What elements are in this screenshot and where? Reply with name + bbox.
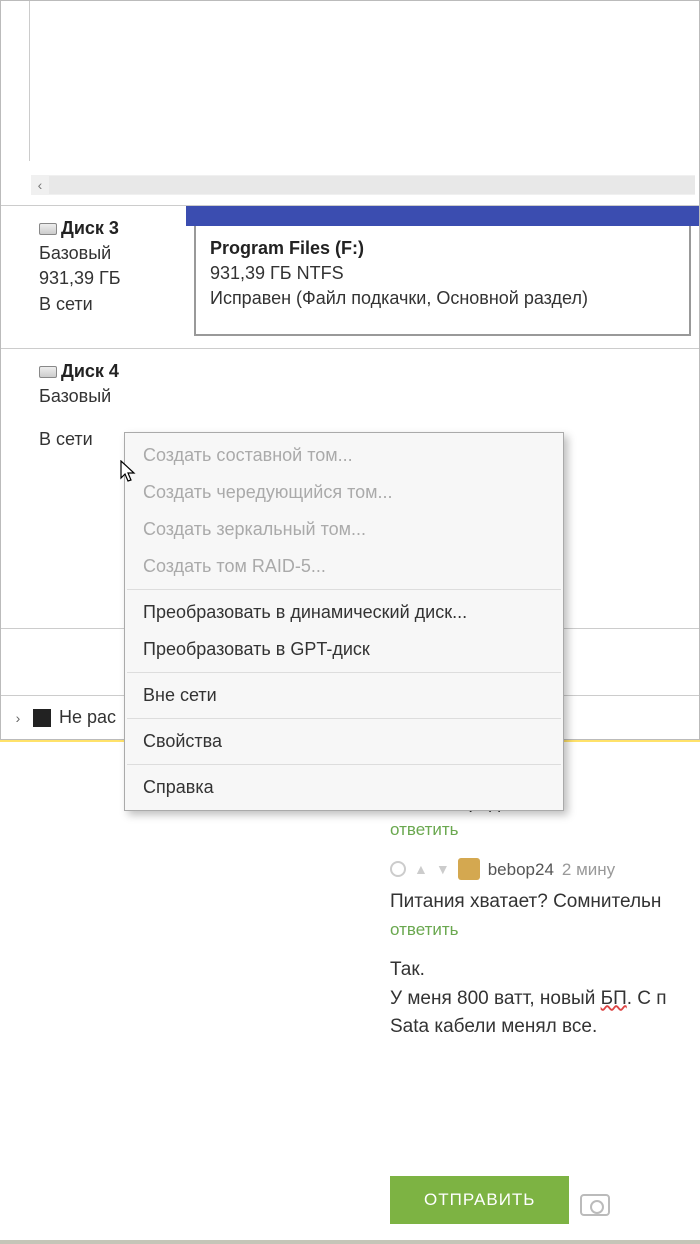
legend-swatch-unallocated: [33, 709, 51, 727]
menu-separator: [127, 764, 561, 765]
comment: Так. У меня 800 ватт, новый БП. С п Sata…: [390, 956, 690, 1042]
scroll-left-icon[interactable]: ‹: [31, 175, 49, 195]
legend-label: Не рас: [59, 707, 116, 728]
menu-separator: [127, 718, 561, 719]
partition-health: Исправен (Файл подкачки, Основной раздел…: [210, 286, 675, 311]
camera-icon[interactable]: [580, 1194, 610, 1216]
volume-list-pane: ‹: [1, 1, 699, 206]
comment-text: У меня 800 ватт, новый БП. С п: [390, 985, 690, 1014]
disk-icon: [39, 223, 57, 235]
scrollbar-track[interactable]: [49, 176, 695, 194]
clock-icon: [390, 861, 406, 877]
reply-link[interactable]: ответить: [390, 817, 690, 843]
disk-status: В сети: [39, 292, 176, 317]
reply-link[interactable]: ответить: [390, 917, 690, 943]
timestamp: 2 мину: [562, 857, 615, 883]
disk-type: Базовый: [39, 241, 176, 266]
menu-item: Создать том RAID-5...: [125, 548, 563, 585]
menu-separator: [127, 589, 561, 590]
context-menu: Создать составной том...Создать чередующ…: [124, 432, 564, 811]
comment-text: Питания хватает? Сомнительн: [390, 888, 690, 917]
username[interactable]: bebop24: [488, 857, 554, 883]
downvote-icon[interactable]: ▼: [436, 859, 450, 880]
upvote-icon[interactable]: ▲: [414, 859, 428, 880]
menu-item: Создать составной том...: [125, 437, 563, 474]
comment: ▲ ▼ bebop24 2 мину Питания хватает? Сомн…: [390, 857, 690, 943]
chevron-right-icon[interactable]: ›: [7, 703, 29, 733]
menu-item[interactable]: Справка: [125, 769, 563, 806]
partition-area: Program Files (F:) 931,39 ГБ NTFS Исправ…: [186, 206, 699, 348]
menu-item: Создать чередующийся том...: [125, 474, 563, 511]
menu-separator: [127, 672, 561, 673]
avatar[interactable]: [458, 858, 480, 880]
disk-info-cell[interactable]: Диск 3 Базовый 931,39 ГБ В сети: [1, 206, 186, 348]
disk-type: Базовый: [39, 384, 176, 409]
pane-divider[interactable]: [29, 1, 30, 161]
comment-text: Sata кабели менял все.: [390, 1013, 690, 1042]
horizontal-scrollbar[interactable]: ‹: [31, 175, 695, 195]
menu-item[interactable]: Преобразовать в GPT-диск: [125, 631, 563, 668]
disk-row: Диск 3 Базовый 931,39 ГБ В сети Program …: [1, 206, 699, 349]
partition-name: Program Files (F:): [210, 236, 675, 261]
menu-item[interactable]: Вне сети: [125, 677, 563, 714]
comment-text: Так.: [390, 956, 690, 985]
partition-header-strip: [186, 206, 699, 226]
disk-icon: [39, 366, 57, 378]
disk-size: 931,39 ГБ: [39, 266, 176, 291]
menu-item[interactable]: Преобразовать в динамический диск...: [125, 594, 563, 631]
send-button[interactable]: ОТПРАВИТЬ: [390, 1176, 569, 1224]
partition-box[interactable]: Program Files (F:) 931,39 ГБ NTFS Исправ…: [194, 226, 691, 336]
menu-item[interactable]: Свойства: [125, 723, 563, 760]
partition-info: 931,39 ГБ NTFS: [210, 261, 675, 286]
disk-name: Диск 4: [61, 361, 119, 381]
menu-item: Создать зеркальный том...: [125, 511, 563, 548]
disk-name: Диск 3: [61, 218, 119, 238]
